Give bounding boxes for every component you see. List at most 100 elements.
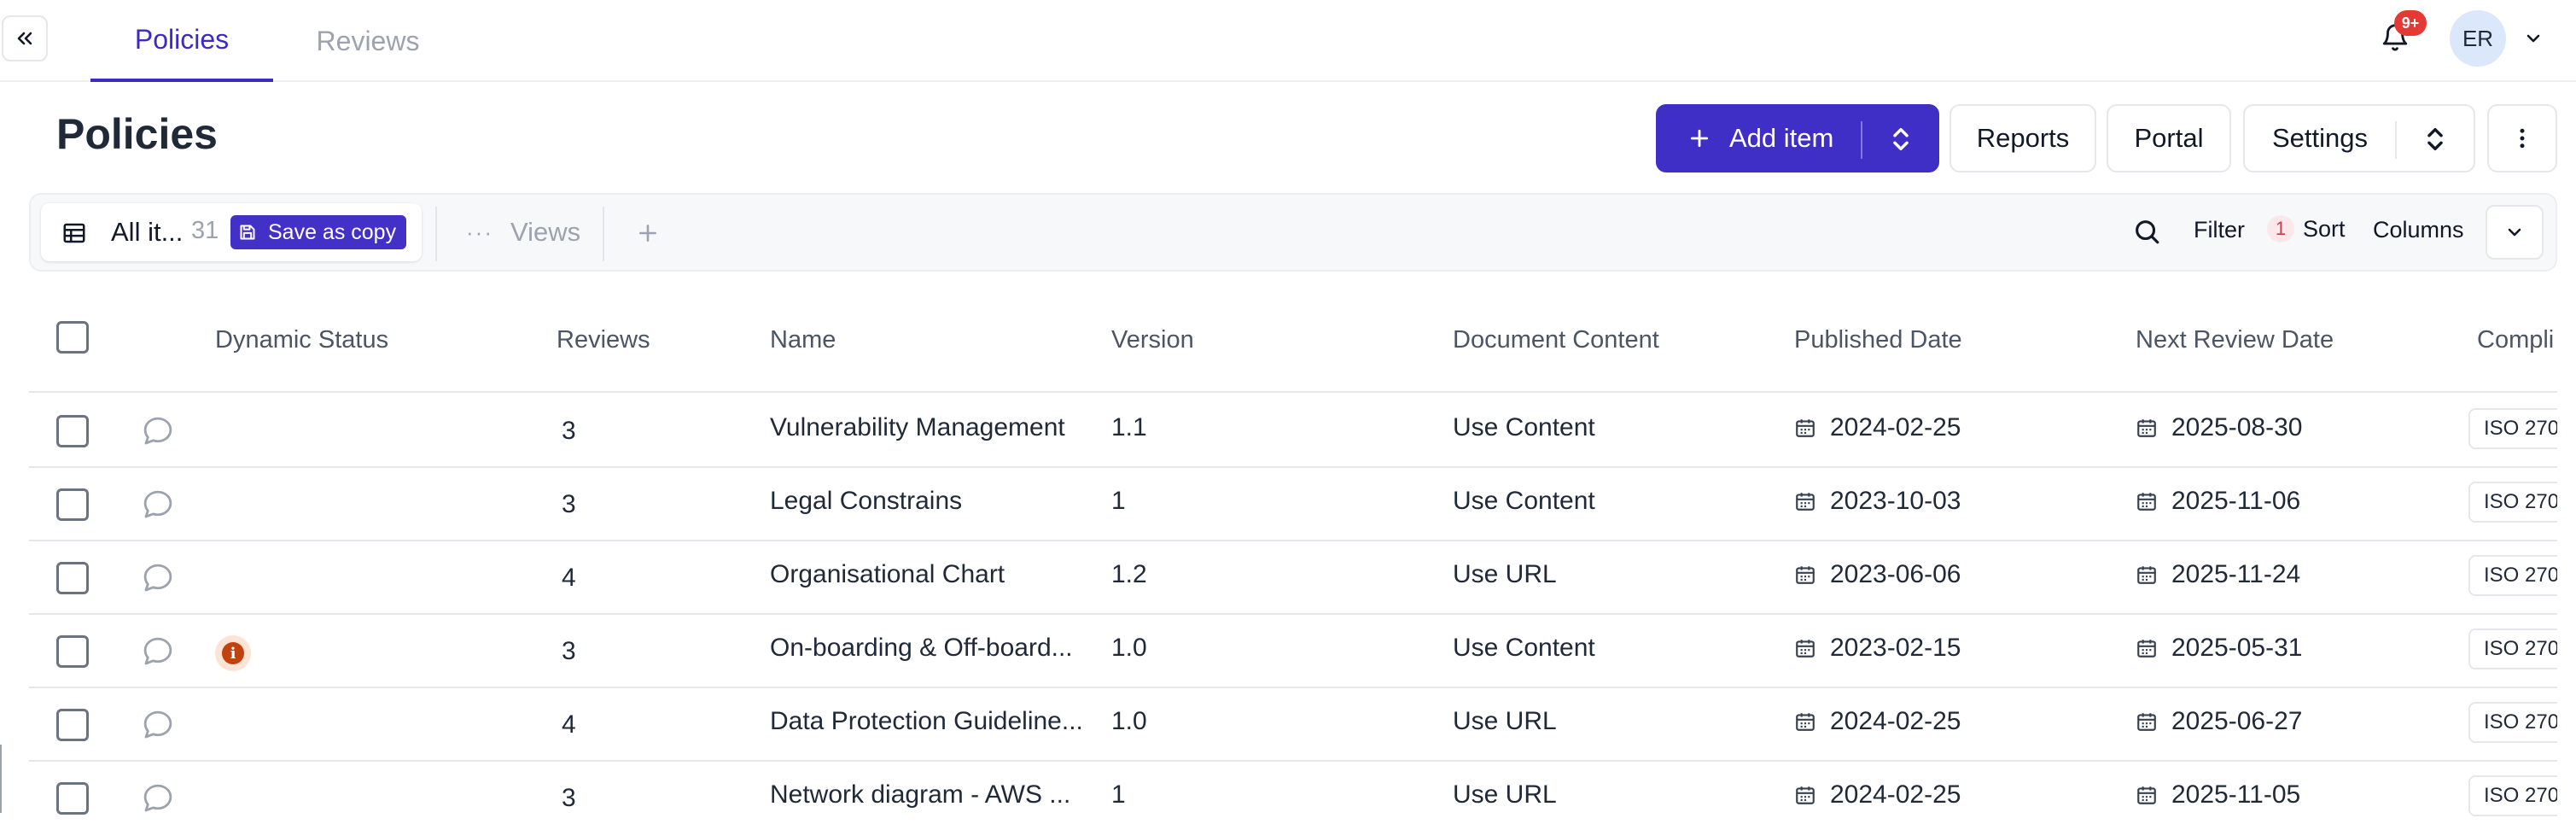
comment-button[interactable]	[140, 413, 176, 449]
comment-icon	[143, 564, 172, 592]
name-cell[interactable]: Network diagram - AWS ...	[770, 780, 1070, 810]
comment-button[interactable]	[140, 487, 176, 523]
filter-button[interactable]: Filter	[2194, 217, 2245, 243]
calendar-icon	[2137, 419, 2156, 437]
calendar-icon	[1796, 566, 1815, 584]
views-menu[interactable]: ··· Views	[466, 217, 580, 248]
avatar[interactable]: ER	[2450, 10, 2506, 67]
published-date-value: 2024-02-25	[1830, 707, 1961, 735]
calendar-icon	[2137, 640, 2156, 658]
button-divider	[2395, 121, 2397, 159]
tab-reviews-label: Reviews	[316, 25, 420, 56]
compliance-tag[interactable]: ISO 270	[2468, 628, 2557, 669]
name-cell[interactable]: Data Protection Guideline...	[770, 707, 1083, 736]
document-content-cell: Use URL	[1453, 707, 1557, 735]
select-all-checkbox[interactable]	[56, 321, 89, 354]
toolbar-divider	[603, 207, 604, 261]
table-row[interactable]: 4 Organisational Chart 1.2 Use URL 2023-06-0…	[29, 541, 2557, 615]
column-header-reviews[interactable]: Reviews	[557, 326, 650, 354]
document-content-cell: Use Content	[1453, 487, 1595, 515]
row-checkbox[interactable]	[56, 635, 89, 668]
next-review-date-cell: 2025-08-30	[2136, 413, 2302, 442]
comment-icon	[143, 417, 172, 445]
chevron-down-icon	[2508, 228, 2521, 237]
portal-button[interactable]: Portal	[2107, 104, 2231, 172]
reviews-cell: 3	[562, 784, 576, 812]
published-date-value: 2024-02-25	[1830, 413, 1961, 441]
name-cell[interactable]: Organisational Chart	[770, 560, 1005, 589]
name-cell[interactable]: On-boarding & Off-board...	[770, 634, 1073, 663]
comment-icon	[143, 637, 172, 665]
settings-button[interactable]: Settings	[2243, 104, 2475, 172]
notification-badge: 9+	[2394, 10, 2427, 36]
version-cell: 1	[1111, 780, 1126, 809]
compliance-tag[interactable]: ISO 270	[2468, 482, 2557, 523]
sort-button[interactable]: 1 Sort	[2267, 215, 2346, 243]
next-review-date-cell: 2025-05-31	[2136, 634, 2302, 663]
account-menu-toggle[interactable]	[2521, 26, 2546, 51]
column-header-name[interactable]: Name	[770, 326, 836, 354]
next-review-date-cell: 2025-06-27	[2136, 707, 2302, 736]
row-checkbox[interactable]	[56, 709, 89, 741]
tab-policies[interactable]: Policies	[90, 0, 273, 82]
add-item-button[interactable]: Add item	[1656, 104, 1939, 172]
settings-options-toggle[interactable]	[2421, 125, 2450, 154]
name-cell[interactable]: Vulnerability Management	[770, 413, 1065, 442]
current-view[interactable]: All it... 31 Save as copy	[41, 203, 422, 261]
name-cell[interactable]: Legal Constrains	[770, 487, 962, 516]
next-review-date-value: 2025-08-30	[2171, 413, 2303, 441]
next-review-date-cell: 2025-11-24	[2136, 560, 2300, 589]
compliance-tag[interactable]: ISO 270	[2468, 555, 2557, 596]
add-view-button[interactable]	[632, 217, 664, 249]
column-header-dynamic-status[interactable]: Dynamic Status	[215, 326, 388, 354]
published-date-cell: 2023-06-06	[1794, 560, 1961, 589]
reviews-cell: 3	[562, 417, 576, 445]
compliance-tag[interactable]: ISO 270	[2468, 775, 2557, 816]
save-as-copy-button[interactable]: Save as copy	[230, 215, 407, 249]
column-header-compliance[interactable]: Compli	[2477, 326, 2554, 354]
row-checkbox[interactable]	[56, 415, 89, 447]
search-icon	[2136, 220, 2159, 244]
table-row[interactable]: 3 Network diagram - AWS ... 1 Use URL 2024-0…	[29, 762, 2557, 830]
chevron-down-icon	[2526, 34, 2540, 43]
tab-reviews[interactable]: Reviews	[285, 0, 451, 82]
view-count: 31	[191, 217, 219, 244]
document-content-cell: Use Content	[1453, 634, 1595, 662]
toolbar-expand-button[interactable]	[2486, 205, 2544, 260]
next-review-date-value: 2025-11-06	[2171, 487, 2301, 515]
table-row[interactable]: 3 Vulnerability Management 1.1 Use Content 2…	[29, 395, 2557, 468]
column-header-next-review-date[interactable]: Next Review Date	[2136, 326, 2334, 354]
published-date-cell: 2024-02-25	[1794, 413, 1961, 442]
comment-button[interactable]	[140, 707, 176, 743]
column-header-version[interactable]: Version	[1111, 326, 1194, 354]
calendar-icon	[2137, 786, 2156, 804]
columns-button[interactable]: Columns	[2373, 217, 2464, 243]
published-date-cell: 2024-02-25	[1794, 780, 1961, 810]
comment-button[interactable]	[140, 780, 176, 816]
next-review-date-cell: 2025-11-05	[2136, 780, 2300, 810]
column-header-published-date[interactable]: Published Date	[1794, 326, 1962, 354]
search-button[interactable]	[2132, 217, 2161, 246]
comment-button[interactable]	[140, 560, 176, 596]
version-cell: 1.0	[1111, 707, 1147, 735]
comment-icon	[143, 710, 172, 739]
published-date-cell: 2023-02-15	[1794, 634, 1961, 663]
add-item-label: Add item	[1729, 123, 1834, 153]
status-alert-icon[interactable]: i	[215, 635, 251, 671]
comment-button[interactable]	[140, 634, 176, 669]
collapse-sidebar-button[interactable]	[2, 15, 48, 61]
reports-button[interactable]: Reports	[1949, 104, 2096, 172]
more-options-button[interactable]	[2487, 104, 2557, 172]
compliance-tag[interactable]: ISO 270	[2468, 408, 2557, 449]
table-row[interactable]: 3 Legal Constrains 1 Use Content 2023-10-03 2…	[29, 468, 2557, 541]
document-content-cell: Use URL	[1453, 780, 1557, 809]
row-checkbox[interactable]	[56, 488, 89, 521]
row-checkbox[interactable]	[56, 562, 89, 594]
table-row[interactable]: i 3 On-boarding & Off-board... 1.0 Use Conte…	[29, 615, 2557, 688]
more-horizontal-icon: ···	[466, 219, 493, 245]
row-checkbox[interactable]	[56, 782, 89, 815]
compliance-tag[interactable]: ISO 270	[2468, 702, 2557, 743]
add-item-options-toggle[interactable]	[1886, 125, 1915, 154]
table-row[interactable]: 4 Data Protection Guideline... 1.0 Use URL 2…	[29, 688, 2557, 762]
column-header-document-content[interactable]: Document Content	[1453, 326, 1659, 354]
